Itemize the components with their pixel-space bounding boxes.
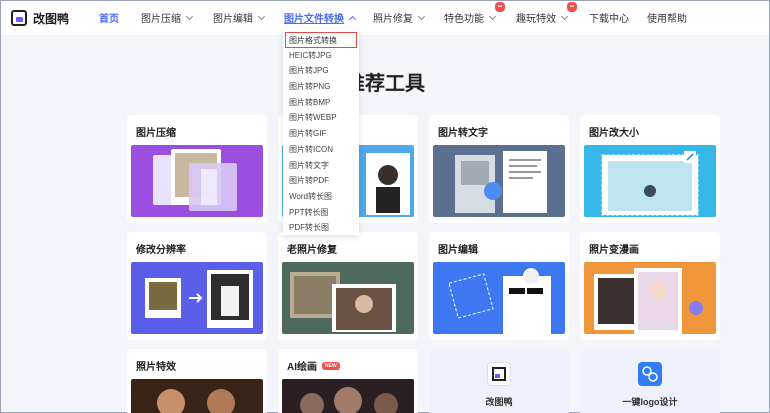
ai-painting-illustration: [300, 387, 398, 413]
chevron-down-icon: [560, 12, 569, 20]
chevron-up-icon: [348, 15, 357, 23]
nav-label: 图片文件转换: [284, 14, 344, 25]
promo-logo-design[interactable]: 一键logo设计: [580, 349, 720, 413]
promo-app[interactable]: 改图鸭: [429, 349, 569, 413]
card-title: 照片变漫画: [589, 245, 639, 256]
card-title-wrap: AI绘画 NEW: [287, 358, 340, 373]
nav-image-compress[interactable]: 图片压缩: [141, 10, 194, 25]
card-image: [584, 145, 716, 217]
hot-badge: ▪▪: [494, 2, 505, 12]
tool-card-old-photo-repair[interactable]: 老照片修复: [278, 232, 418, 340]
dropdown-item-ppt-long[interactable]: PPT转长图: [283, 205, 359, 221]
nav-label: 趣玩特效: [516, 14, 556, 25]
promo-label: 改图鸭: [485, 397, 513, 407]
tool-card-image-to-text[interactable]: 图片转文字: [429, 115, 569, 223]
page-title: 推荐工具: [345, 73, 425, 95]
tool-card-photo-to-cartoon[interactable]: 照片变漫画: [580, 232, 720, 340]
dropdown-item-to-icon[interactable]: 图片转ICON: [283, 142, 359, 158]
dropdown-item-word-long[interactable]: Word转长图: [283, 189, 359, 205]
card-title: 图片改大小: [589, 128, 639, 139]
tool-card-image-edit[interactable]: 图片编辑: [429, 232, 569, 340]
nav-image-edit[interactable]: 图片编辑: [213, 10, 266, 25]
ocr-illustration: [455, 151, 547, 213]
logo-icon: [11, 10, 27, 26]
nav-file-convert[interactable]: 图片文件转换: [284, 10, 357, 25]
nav-download-center[interactable]: 下载中心: [589, 10, 629, 25]
dropdown-item-to-png[interactable]: 图片转PNG: [283, 79, 359, 95]
card-image: [433, 145, 565, 217]
app-logo-icon: [487, 362, 511, 386]
compress-illustration: [153, 149, 237, 211]
chevron-down-icon: [257, 12, 266, 20]
dropdown-item-pdf-long[interactable]: PDF转长图: [283, 220, 359, 236]
card-title: 图片编辑: [438, 245, 478, 256]
dropdown-item-to-pdf[interactable]: 图片转PDF: [283, 173, 359, 189]
hot-badge: ▪▪: [566, 2, 577, 12]
card-image: [433, 262, 565, 334]
dropdown-item-heic-jpg[interactable]: HEIC转JPG: [283, 48, 359, 64]
resolution-illustration: [145, 270, 253, 328]
promo-label: 一键logo设计: [622, 397, 678, 407]
logo-design-icon: [638, 362, 662, 386]
card-image: [282, 262, 414, 334]
nav-home[interactable]: 首页: [99, 10, 119, 25]
edit-illustration: [448, 268, 551, 334]
nav-label: 图片编辑: [213, 14, 253, 25]
card-title: 修改分辨率: [136, 245, 186, 256]
card-image: [131, 145, 263, 217]
tool-card-photo-effects[interactable]: 照片特效: [127, 349, 267, 413]
dropdown-item-to-bmp[interactable]: 图片转BMP: [283, 95, 359, 111]
brand-logo[interactable]: 改图鸭: [11, 10, 89, 27]
resize-illustration: [601, 151, 699, 216]
card-title: 图片转文字: [438, 128, 488, 139]
nav-label: 照片修复: [373, 14, 413, 25]
logo-design-glyph: [642, 366, 658, 382]
dropdown-item-to-text[interactable]: 图片转文字: [283, 158, 359, 174]
card-title: 老照片修复: [287, 245, 337, 256]
card-image: [131, 379, 263, 413]
dropdown-item-to-gif[interactable]: 图片转GIF: [283, 126, 359, 142]
new-badge: NEW: [322, 361, 340, 370]
effects-illustration: [157, 389, 235, 413]
dropdown-item-to-webp[interactable]: 图片转WEBP: [283, 110, 359, 126]
chevron-down-icon: [185, 12, 194, 20]
nav-fun-effects[interactable]: 趣玩特效 ▪▪: [516, 2, 577, 25]
nav-label: 图片压缩: [141, 14, 181, 25]
chevron-down-icon: [488, 12, 497, 20]
dropdown-item-format-convert[interactable]: 图片格式转换: [285, 32, 357, 48]
card-title: 照片特效: [136, 362, 176, 373]
nav-label: 特色功能: [444, 14, 484, 25]
tool-card-resolution[interactable]: 修改分辨率: [127, 232, 267, 340]
nav-features[interactable]: 特色功能 ▪▪: [444, 2, 505, 25]
tool-card-image-resize[interactable]: 图片改大小: [580, 115, 720, 223]
brand-name: 改图鸭: [33, 11, 70, 26]
cartoon-illustration: [594, 268, 703, 334]
tool-card-image-compress[interactable]: 图片压缩: [127, 115, 267, 223]
card-image: [584, 262, 716, 334]
dropdown-item-to-jpg[interactable]: 图片转JPG: [283, 63, 359, 79]
card-image: [282, 379, 414, 413]
chevron-down-icon: [417, 12, 426, 20]
card-title: 图片压缩: [136, 128, 176, 139]
file-convert-dropdown: 图片格式转换 HEIC转JPG 图片转JPG 图片转PNG 图片转BMP 图片转…: [283, 29, 359, 235]
card-title: AI绘画: [287, 362, 317, 373]
nav-photo-repair[interactable]: 照片修复: [373, 10, 426, 25]
app-logo-glyph: [492, 367, 506, 381]
card-image: [131, 262, 263, 334]
old-photo-illustration: [290, 272, 396, 332]
tool-card-ai-painting[interactable]: AI绘画 NEW: [278, 349, 418, 413]
nav-help[interactable]: 使用帮助: [647, 10, 687, 25]
